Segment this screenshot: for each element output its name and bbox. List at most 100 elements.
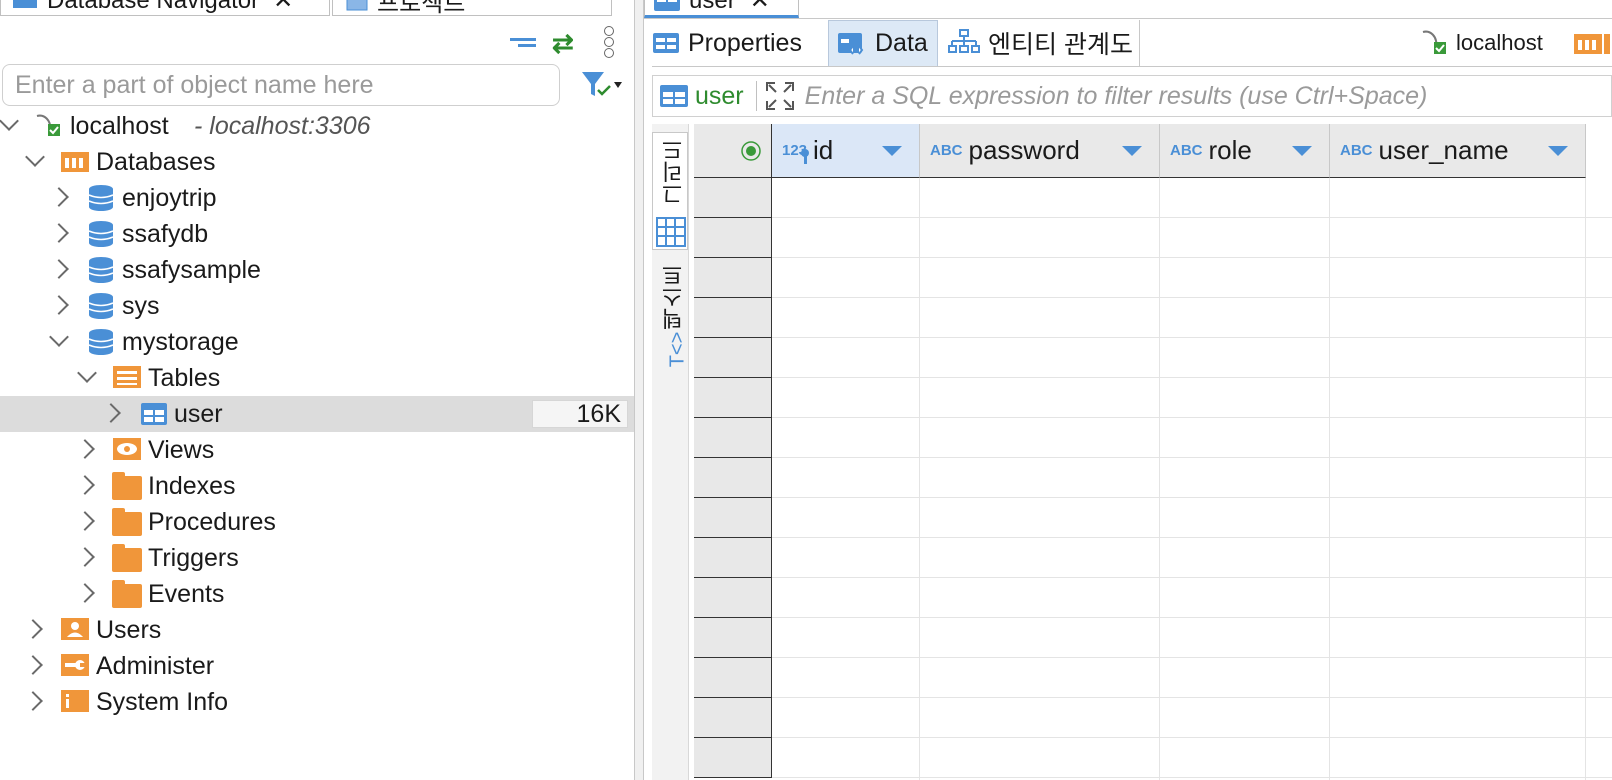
grid-line [1329, 178, 1330, 780]
chevron-right-icon[interactable] [49, 295, 69, 315]
row-header[interactable] [694, 338, 772, 378]
connection-address: - localhost:3306 [194, 111, 371, 140]
row-header[interactable] [694, 418, 772, 458]
table-name: user [174, 399, 223, 428]
sort-dropdown-icon[interactable] [1548, 146, 1568, 156]
results-grid[interactable]: 123 id ABC password ABC role ABC user_na… [694, 124, 1612, 780]
row-header[interactable] [694, 298, 772, 338]
chevron-right-icon[interactable] [75, 583, 95, 603]
database-name: sys [122, 291, 160, 320]
select-all-icon[interactable] [740, 140, 762, 162]
chevron-down-icon[interactable] [0, 111, 19, 131]
row-header[interactable] [694, 258, 772, 298]
tree-node-users[interactable]: Users [0, 612, 634, 648]
active-connection-indicator[interactable]: localhost [1420, 28, 1543, 58]
text-mode-tab[interactable]: 텍스트 T<> [652, 260, 688, 372]
row-header[interactable] [694, 178, 772, 218]
sql-filter-bar[interactable]: user Enter a SQL expression to filter re… [652, 75, 1612, 117]
chevron-down-icon[interactable] [77, 363, 97, 383]
tree-node-database[interactable]: ssafysample [0, 252, 634, 288]
folder-label: Indexes [148, 471, 236, 500]
chevron-right-icon[interactable] [75, 511, 95, 531]
text-mode-label: 텍스트 [661, 264, 686, 330]
filter-config-icon[interactable] [580, 70, 624, 105]
tree-node-administer[interactable]: Administer [0, 648, 634, 684]
sort-dropdown-icon[interactable] [1122, 146, 1142, 156]
column-header-password[interactable]: ABC password [920, 124, 1160, 178]
table-size-badge: 16K [532, 400, 628, 428]
tree-node-databases[interactable]: Databases [0, 144, 634, 180]
more-options-icon[interactable] [604, 26, 614, 58]
row-header[interactable] [694, 618, 772, 658]
mysql-connection-icon [1422, 30, 1446, 54]
expand-icon[interactable] [765, 81, 795, 111]
tree-node-connection[interactable]: localhost - localhost:3306 [0, 108, 634, 144]
close-icon[interactable]: ✕ [750, 0, 770, 15]
chevron-right-icon[interactable] [49, 259, 69, 279]
grid-mode-tab[interactable]: 그리드 [652, 132, 688, 250]
chevron-right-icon[interactable] [75, 475, 95, 495]
chevron-right-icon[interactable] [23, 691, 43, 711]
column-name: id [813, 135, 834, 165]
chevron-right-icon[interactable] [75, 547, 95, 567]
row-header[interactable] [694, 458, 772, 498]
row-header[interactable] [694, 738, 772, 778]
grid-line [772, 617, 1612, 618]
tree-node-folder[interactable]: Indexes [0, 468, 634, 504]
link-editor-icon[interactable]: ⇄ [552, 28, 574, 59]
close-icon[interactable]: ✕ [273, 0, 293, 15]
tree-node-database[interactable]: sys [0, 288, 634, 324]
tree-node-database[interactable]: mystorage [0, 324, 634, 360]
tree-node-folder[interactable]: Procedures [0, 504, 634, 540]
chevron-right-icon[interactable] [101, 403, 121, 423]
tab-er-diagram[interactable]: 엔티티 관계도 [940, 20, 1140, 66]
tree-node-system-info[interactable]: System Info [0, 684, 634, 720]
database-navigator-panel: Database Navigator ✕ 프로젝트 ⇄ Enter a part… [0, 0, 634, 780]
object-filter-input[interactable]: Enter a part of object name here [2, 64, 560, 106]
tab-label: Properties [688, 28, 802, 57]
chevron-right-icon[interactable] [75, 439, 95, 459]
tree-node-database[interactable]: enjoytrip [0, 180, 634, 216]
sort-dropdown-icon[interactable] [1292, 146, 1312, 156]
tables-folder-icon [113, 366, 141, 388]
chevron-down-icon[interactable] [49, 327, 69, 347]
tab-projects[interactable]: 프로젝트 [332, 0, 612, 17]
chevron-right-icon[interactable] [23, 655, 43, 675]
database-icon [88, 221, 114, 247]
grid-line [772, 737, 1612, 738]
column-header-id[interactable]: 123 id [772, 124, 920, 178]
folder-icon [112, 580, 142, 608]
tree-node-folder[interactable]: Events [0, 576, 634, 612]
column-header-user-name[interactable]: ABC user_name [1330, 124, 1586, 178]
grid-line [772, 497, 1612, 498]
row-header[interactable] [694, 378, 772, 418]
tab-properties[interactable]: Properties [644, 20, 822, 66]
grid-icon [656, 217, 686, 247]
sort-dropdown-icon[interactable] [882, 146, 902, 156]
row-header[interactable] [694, 498, 772, 538]
row-header[interactable] [694, 218, 772, 258]
row-header-corner[interactable] [694, 124, 772, 178]
databases-folder-icon[interactable] [1572, 32, 1612, 61]
tab-database-navigator[interactable]: Database Navigator ✕ [0, 0, 330, 16]
chevron-right-icon[interactable] [49, 223, 69, 243]
tree-node-database[interactable]: ssafydb [0, 216, 634, 252]
collapse-all-icon[interactable] [510, 38, 536, 47]
chevron-right-icon[interactable] [23, 619, 43, 639]
chevron-down-icon[interactable] [25, 147, 45, 167]
tree-node-table-user[interactable]: user 16K [0, 396, 634, 432]
chevron-right-icon[interactable] [49, 187, 69, 207]
tree-node-tables[interactable]: Tables [0, 360, 634, 396]
editor-tab-user[interactable]: user ✕ [644, 0, 799, 18]
folder-label: Procedures [148, 507, 276, 536]
row-header[interactable] [694, 538, 772, 578]
row-header[interactable] [694, 698, 772, 738]
panel-splitter[interactable] [634, 0, 644, 780]
row-header[interactable] [694, 578, 772, 618]
tab-data[interactable]: Data [828, 20, 938, 66]
column-name: password [968, 135, 1080, 165]
column-header-role[interactable]: ABC role [1160, 124, 1330, 178]
row-header[interactable] [694, 658, 772, 698]
tree-node-folder[interactable]: Views [0, 432, 634, 468]
tree-node-folder[interactable]: Triggers [0, 540, 634, 576]
